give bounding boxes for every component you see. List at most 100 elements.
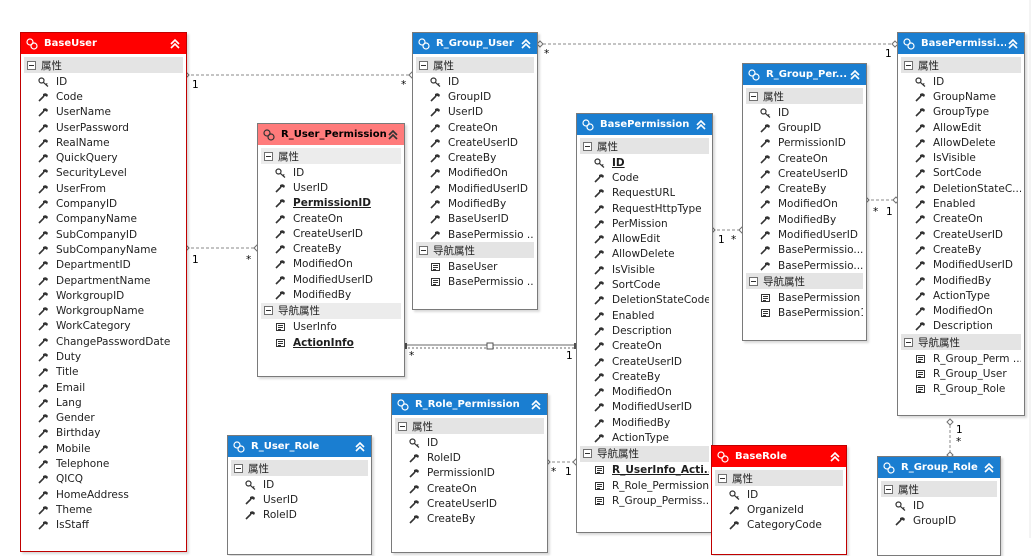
collapse-toggle-icon[interactable] [718, 473, 727, 483]
section-header[interactable]: 属性 [416, 57, 534, 73]
navigation-property[interactable]: BasePermissio ... [416, 275, 534, 290]
property[interactable]: Gender [24, 411, 183, 426]
navigation-property[interactable]: R_Role_Permission [580, 478, 709, 493]
property[interactable]: ID [24, 74, 183, 89]
property[interactable]: CreateBy [901, 242, 1021, 257]
navigation-property[interactable]: R_Group_Perm ... [901, 351, 1021, 366]
property[interactable]: WorkgroupName [24, 303, 183, 318]
property[interactable]: ChangePasswordDate [24, 334, 183, 349]
property[interactable]: CreateUserID [395, 496, 544, 511]
section-header[interactable]: 导航属性 [901, 334, 1021, 351]
section-header[interactable]: 属性 [395, 418, 544, 434]
entity-basepermission[interactable]: BasePermission 属性 ID Code RequestURL RequestH… [576, 113, 713, 533]
property[interactable]: GroupID [746, 120, 863, 135]
property[interactable]: ModifiedUserID [580, 400, 709, 415]
property[interactable]: HomeAddress [24, 487, 183, 502]
property[interactable]: ID [395, 435, 544, 450]
entity-r_group_role[interactable]: R_Group_Role 属性 ID GroupID [877, 456, 1001, 556]
property[interactable]: RealName [24, 135, 183, 150]
property[interactable]: SortCode [580, 277, 709, 292]
collapse-toggle-icon[interactable] [583, 141, 592, 151]
entity-baserole[interactable]: BaseRole 属性 ID OrganizeId CategoryCode [711, 445, 847, 555]
property[interactable]: IsStaff [24, 518, 183, 533]
section-header[interactable]: 属性 [715, 470, 843, 486]
navigation-property[interactable]: R_Group_Permiss... [580, 493, 709, 508]
property[interactable]: ID [416, 74, 534, 89]
navigation-property[interactable]: R_UserInfo_Acti... [580, 463, 709, 478]
collapse-toggle-icon[interactable] [884, 484, 893, 494]
collapse-chevron-icon[interactable] [848, 68, 862, 82]
entity-header[interactable]: R_User_Permission [258, 124, 404, 145]
property[interactable]: CreateBy [395, 511, 544, 526]
property[interactable]: CompanyName [24, 212, 183, 227]
collapse-toggle-icon[interactable] [264, 151, 273, 161]
property[interactable]: UserPassword [24, 120, 183, 135]
property[interactable]: ModifiedOn [580, 384, 709, 399]
collapse-chevron-icon[interactable] [386, 128, 400, 142]
property[interactable]: RequestHttpType [580, 201, 709, 216]
property[interactable]: GroupName [901, 89, 1021, 104]
property[interactable]: PermissionID [261, 196, 401, 211]
property[interactable]: BaseUserID [416, 212, 534, 227]
entity-header[interactable]: R_Group_Role [878, 457, 1000, 478]
property[interactable]: CategoryCode [715, 518, 843, 533]
property[interactable]: AllowDelete [580, 247, 709, 262]
property[interactable]: BasePermissio... [746, 258, 863, 273]
property[interactable]: SubCompanyID [24, 227, 183, 242]
property[interactable]: ID [715, 487, 843, 502]
property[interactable]: CreateUserID [901, 227, 1021, 242]
navigation-property[interactable]: UserInfo [261, 320, 401, 335]
property[interactable]: ID [901, 74, 1021, 89]
collapse-toggle-icon[interactable] [264, 306, 273, 316]
property[interactable]: CreateOn [746, 151, 863, 166]
property[interactable]: Duty [24, 349, 183, 364]
property[interactable]: UserID [416, 105, 534, 120]
section-header[interactable]: 属性 [261, 148, 401, 164]
collapse-toggle-icon[interactable] [27, 60, 36, 70]
collapse-chevron-icon[interactable] [529, 398, 543, 412]
property[interactable]: QICQ [24, 472, 183, 487]
property[interactable]: AllowEdit [580, 231, 709, 246]
navigation-property[interactable]: BaseUser [416, 259, 534, 274]
property[interactable]: OrganizeId [715, 502, 843, 517]
entity-header[interactable]: BaseUser [21, 33, 186, 54]
property[interactable]: ID [746, 105, 863, 120]
section-header[interactable]: 属性 [746, 88, 863, 104]
property[interactable]: Code [24, 89, 183, 104]
property[interactable]: AllowDelete [901, 135, 1021, 150]
entity-header[interactable]: R_Group_User [413, 33, 537, 54]
property[interactable]: WorkCategory [24, 319, 183, 334]
property[interactable]: ModifiedBy [901, 273, 1021, 288]
property[interactable]: RoleID [231, 508, 368, 523]
property[interactable]: ModifiedBy [746, 212, 863, 227]
property[interactable]: ModifiedUserID [416, 181, 534, 196]
collapse-toggle-icon[interactable] [749, 91, 758, 101]
section-header[interactable]: 属性 [231, 460, 368, 476]
section-header[interactable]: 属性 [901, 57, 1021, 73]
entity-r_group_per[interactable]: R_Group_Per... 属性 ID GroupID PermissionID Cre… [742, 63, 867, 341]
property[interactable]: Mobile [24, 441, 183, 456]
property[interactable]: ModifiedBy [580, 415, 709, 430]
property[interactable]: Telephone [24, 456, 183, 471]
navigation-property[interactable]: R_Group_User [901, 366, 1021, 381]
section-header[interactable]: 导航属性 [416, 242, 534, 259]
property[interactable]: CreateOn [901, 212, 1021, 227]
property[interactable]: QuickQuery [24, 150, 183, 165]
section-header[interactable]: 属性 [580, 138, 709, 154]
entity-r_group_user[interactable]: R_Group_User 属性 ID GroupID UserID CreateOn Cre… [412, 32, 538, 310]
collapse-chevron-icon[interactable] [353, 440, 367, 454]
entity-header[interactable]: R_Group_Per... [743, 64, 866, 85]
property[interactable]: DeletionStateC... [901, 181, 1021, 196]
entity-r_user_role[interactable]: R_User_Role 属性 ID UserID RoleID [227, 435, 372, 555]
property[interactable]: GroupType [901, 105, 1021, 120]
property[interactable]: GroupID [416, 89, 534, 104]
property[interactable]: IsVisible [901, 150, 1021, 165]
property[interactable]: PermissionID [746, 136, 863, 151]
property[interactable]: Description [901, 319, 1021, 334]
property[interactable]: CreateOn [580, 339, 709, 354]
property[interactable]: Title [24, 365, 183, 380]
property[interactable]: SubCompanyName [24, 242, 183, 257]
property[interactable]: ID [231, 477, 368, 492]
entity-baseuser[interactable]: BaseUser 属性 ID Code UserName UserPassword Real… [20, 32, 187, 552]
property[interactable]: CreateBy [580, 369, 709, 384]
